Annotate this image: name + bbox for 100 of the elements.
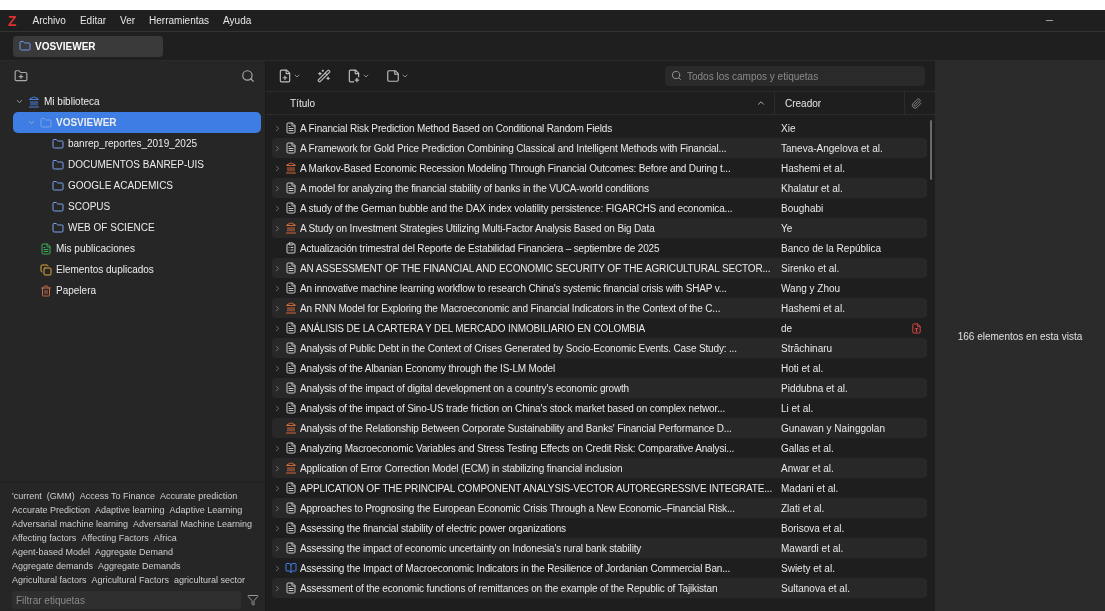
collection-item[interactable]: banrep_reportes_2019_2025: [13, 133, 261, 154]
chevron-right-icon[interactable]: [273, 463, 282, 473]
chevron-right-icon[interactable]: [273, 143, 282, 153]
item-row[interactable]: A study of the German bubble and the DAX index volatility persistence: FIGARCHS and economica... Boughabi: [272, 198, 927, 218]
item-row[interactable]: APPLICATION OF THE PRINCIPAL COMPONENT ANALYSIS-VECTOR AUTOREGRESSIVE INTEGRATE... Madani et al.: [272, 478, 927, 498]
item-row[interactable]: A Financial Risk Prediction Method Based on Conditional Random Fields Xie: [272, 118, 927, 138]
chevron-right-icon[interactable]: [273, 263, 282, 273]
item-row[interactable]: Analysis of the Relationship Between Corporate Sustainability and Banks' Financial Performance D... Gunawan y Nainggolan: [272, 418, 927, 438]
item-row[interactable]: An RNN Model for Exploring the Macroeconomic and Financial Indicators in the Context of the C... Hashemi et al.: [272, 298, 927, 318]
chevron-right-icon[interactable]: [273, 183, 282, 193]
chevron-right-icon[interactable]: [273, 343, 282, 353]
tag[interactable]: Agricultural Factors: [91, 575, 170, 585]
item-title: Application of Error Correction Model (ECM) in stabilizing financial inclusion: [300, 462, 623, 474]
caret-icon[interactable]: [401, 72, 409, 80]
tag[interactable]: Accurate Prediction: [12, 505, 91, 515]
collection-item[interactable]: WEB OF SCIENCE: [13, 217, 261, 238]
caret-icon[interactable]: [362, 72, 370, 80]
menu-item[interactable]: Ver: [120, 15, 136, 26]
column-header[interactable]: Creador: [775, 92, 905, 114]
tab[interactable]: VOSVIEWER: [13, 35, 163, 57]
tag[interactable]: Adaptive learning: [95, 505, 165, 515]
item-row[interactable]: ANÁLISIS DE LA CARTERA Y DEL MERCADO INMOBILIARIO EN COLOMBIA de: [272, 318, 927, 338]
item-row[interactable]: Approaches to Prognosing the European Economic Crisis Through a New Economic–Financial Risk... Zlati et al.: [272, 498, 927, 518]
item-row[interactable]: Assessment of the economic functions of remittances on the example of the Republic of Tajikistan Sultanova et al.: [272, 578, 927, 598]
tag[interactable]: (GMM): [46, 491, 75, 501]
chevron-right-icon[interactable]: [273, 563, 282, 573]
item-row[interactable]: Application of Error Correction Model (ECM) in stabilizing financial inclusion Anwar et al.: [272, 458, 927, 478]
collection-item[interactable]: SCOPUS: [13, 196, 261, 217]
item-row[interactable]: An innovative machine learning workflow to research China's systemic financial crisis with SHAP v... Wang y Zhou: [272, 278, 927, 298]
tag[interactable]: Adversarial Machine Learning: [133, 519, 253, 529]
tag[interactable]: Agricultural factors: [12, 575, 87, 585]
chevron-right-icon[interactable]: [273, 363, 282, 373]
item-row[interactable]: Assessing the Impact of Macroeconomic Indicators in the Resilience of Jordanian Commercial Ban... Swiety et al.: [272, 558, 927, 578]
chevron-right-icon[interactable]: [273, 583, 282, 593]
new-item-icon[interactable]: [278, 69, 292, 83]
search-icon[interactable]: [671, 70, 682, 81]
chevron-right-icon[interactable]: [273, 223, 282, 233]
pdf-icon[interactable]: [910, 322, 922, 334]
item-row[interactable]: Assessing the impact of economic uncertainty on Indonesia's rural bank stability Mawardi et al.: [272, 538, 927, 558]
filter-icon[interactable]: [247, 594, 259, 606]
chevron-right-icon[interactable]: [273, 303, 282, 313]
search-field[interactable]: Todos los campos y etiquetas: [665, 66, 925, 86]
item-row[interactable]: A Framework for Gold Price Prediction Combining Classical and Intelligent Methods with Financial... Taneva-Angelova et al.: [272, 138, 927, 158]
collection-item[interactable]: Papelera: [13, 280, 261, 301]
menu-item[interactable]: Editar: [79, 15, 107, 26]
collection-item[interactable]: Mi biblioteca: [13, 91, 261, 112]
collection-item[interactable]: Mis publicaciones: [13, 238, 261, 259]
item-row[interactable]: Analysis of Public Debt in the Context of Crises Generated by Socio-Economic Events. Case Study: ... Străchinaru: [272, 338, 927, 358]
item-row[interactable]: A Study on Investment Strategies Utilizing Multi-Factor Analysis Based on Big Data Ye: [272, 218, 927, 238]
tag[interactable]: Affecting Factors: [81, 533, 149, 543]
search-icon[interactable]: [241, 69, 255, 83]
tag[interactable]: Affecting factors: [12, 533, 77, 543]
menu-item[interactable]: Herramientas: [149, 15, 210, 26]
chevron-right-icon[interactable]: [273, 203, 282, 213]
tag-filter-field[interactable]: Filtrar etiquetas: [12, 591, 241, 609]
chevron-right-icon[interactable]: [273, 503, 282, 513]
item-row[interactable]: A Markov-Based Economic Recession Modeling Through Financial Outcomes: Before and During t... Hashemi et al.: [272, 158, 927, 178]
note-icon[interactable]: [386, 69, 400, 83]
chevron-right-icon[interactable]: [273, 283, 282, 293]
menu-item[interactable]: Ayuda: [223, 15, 252, 26]
chevron-right-icon[interactable]: [273, 163, 282, 173]
item-row[interactable]: Analyzing Macroeconomic Variables and Stress Testing Effects on Credit Risk: Comparative Analysi... Gallas et al.: [272, 438, 927, 458]
tag[interactable]: Accurate prediction: [160, 491, 238, 501]
item-row[interactable]: A model for analyzing the financial stability of banks in the VUCA-world conditions Khalatur et al.: [272, 178, 927, 198]
column-header[interactable]: Título: [266, 92, 775, 114]
chevron-right-icon[interactable]: [273, 403, 282, 413]
item-row[interactable]: Assessing the financial stability of electric power organizations Borisova et al.: [272, 518, 927, 538]
tag[interactable]: Aggregate Demands: [98, 561, 181, 571]
item-row[interactable]: AN ASSESSMENT OF THE FINANCIAL AND ECONOMIC SECURITY OF THE AGRICULTURAL SECTOR... Sirenko et al.: [272, 258, 927, 278]
chevron-right-icon[interactable]: [273, 443, 282, 453]
item-row[interactable]: Actualización trimestral del Reporte de Estabilidad Financiera – septiembre de 2025 Banco de la República: [272, 238, 927, 258]
item-row[interactable]: Analysis of the Albanian Economy through the IS-LM Model Hoti et al.: [272, 358, 927, 378]
item-row[interactable]: Analysis of the impact of Sino-US trade friction on China's stock market based on complex networ... Li et al.: [272, 398, 927, 418]
chevron-right-icon[interactable]: [273, 543, 282, 553]
tag[interactable]: Aggregate Demand: [95, 547, 174, 557]
add-attachment-icon[interactable]: [347, 69, 361, 83]
chevron-right-icon[interactable]: [273, 323, 282, 333]
collection-item[interactable]: GOOGLE ACADEMICS: [13, 175, 261, 196]
menu-item[interactable]: Archivo: [32, 15, 66, 26]
tag[interactable]: 'current: [12, 491, 42, 501]
tag[interactable]: Access To Finance: [79, 491, 156, 501]
chevron-right-icon[interactable]: [273, 383, 282, 393]
tag[interactable]: agricultural sector: [174, 575, 246, 585]
tag[interactable]: Africa: [153, 533, 177, 543]
chevron-down-icon[interactable]: [15, 97, 24, 106]
magic-wand-icon[interactable]: [317, 69, 331, 83]
paperclip-icon[interactable]: [910, 97, 922, 109]
chevron-right-icon[interactable]: [273, 123, 282, 133]
item-row[interactable]: Analysis of the impact of digital development on a country's economic growth Piddubna et al.: [272, 378, 927, 398]
chevron-right-icon[interactable]: [273, 483, 282, 493]
chevron-right-icon[interactable]: [273, 523, 282, 533]
collection-item[interactable]: DOCUMENTOS BANREP-UIS: [13, 154, 261, 175]
new-collection-icon[interactable]: [14, 69, 28, 83]
tag[interactable]: Agent-based Model: [12, 547, 91, 557]
tag[interactable]: Adaptive Learning: [169, 505, 243, 515]
tag[interactable]: Adversarial machine learning: [12, 519, 129, 529]
scrollbar-thumb[interactable]: [930, 120, 932, 180]
collection-item[interactable]: Elementos duplicados: [13, 259, 261, 280]
tag[interactable]: Aggregate demands: [12, 561, 94, 571]
caret-icon[interactable]: [293, 72, 301, 80]
